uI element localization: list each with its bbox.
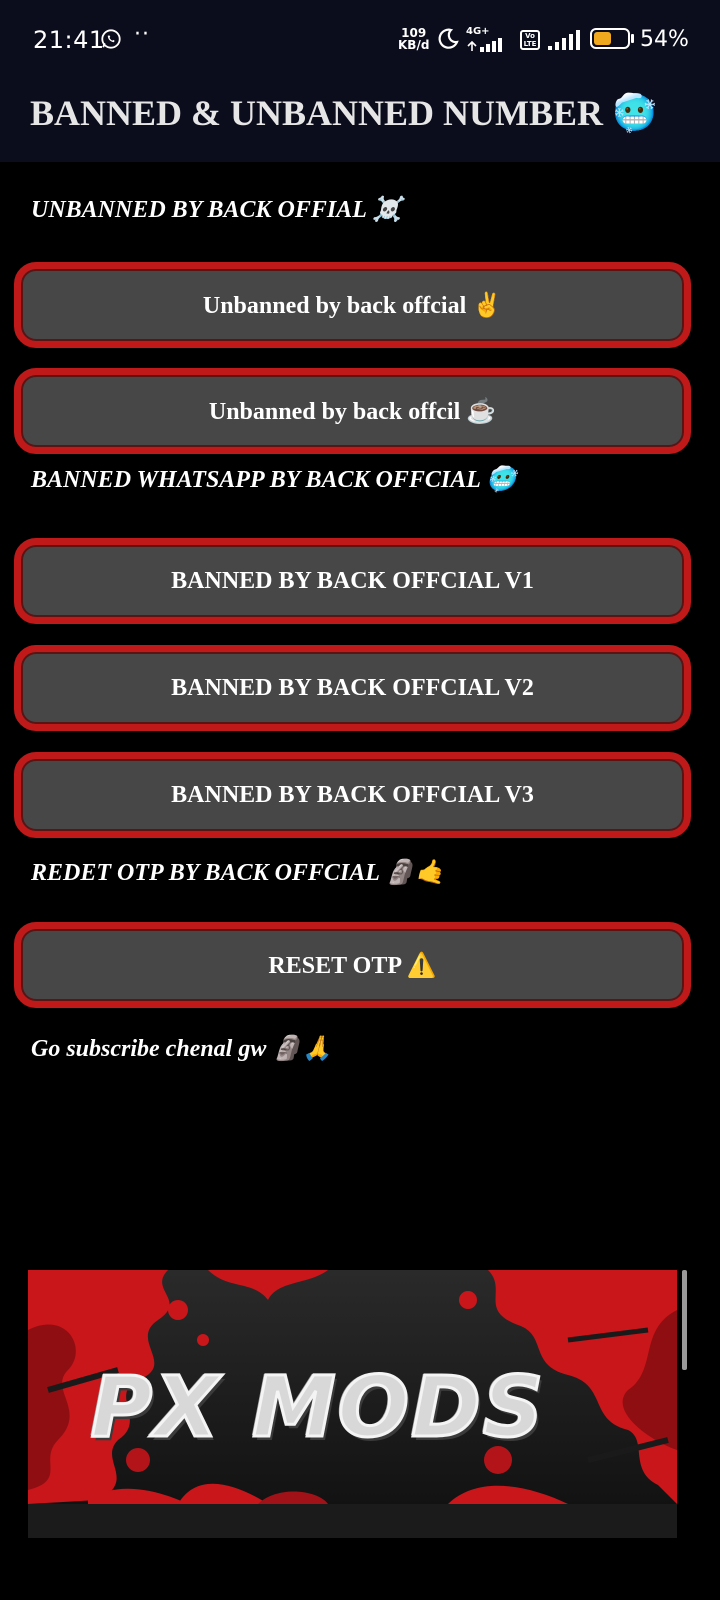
reset-otp-button[interactable]: RESET OTP ⚠️ [14, 922, 691, 1008]
app-bar: BANNED & UNBANNED NUMBER 🥶 [0, 80, 720, 162]
volte-icon: Vo LTE [520, 30, 540, 50]
subscribe-text: Go subscribe chenal gw 🗿🙏 [31, 1036, 333, 1062]
banned-v3-button[interactable]: BANNED BY BACK OFFCIAL V3 [14, 752, 691, 838]
scrollbar[interactable] [682, 1270, 687, 1370]
network-type: 4G+ [466, 26, 490, 37]
network-speed: 109 KB/d [398, 27, 429, 51]
section-label-banned: BANNED WHATSAPP BY BACK OFFCIAL 🥶 [31, 467, 516, 493]
page-title: BANNED & UNBANNED NUMBER 🥶 [30, 93, 657, 133]
section-label-otp: REDET OTP BY BACK OFFCIAL 🗿🤙 [31, 860, 445, 886]
section-label-unbanned: UNBANNED BY BACK OFFIAL ☠️ [31, 197, 402, 223]
banned-v1-button[interactable]: BANNED BY BACK OFFCIAL V1 [14, 538, 691, 624]
signal-strength-2-icon [548, 30, 580, 50]
do-not-disturb-moon-icon [438, 28, 459, 49]
battery-fill [594, 32, 611, 45]
battery-percent: 54% [640, 27, 689, 52]
status-more-dots: ·· [134, 22, 150, 47]
signal-strength-icon [467, 38, 502, 52]
banner-bottom-strip [28, 1504, 677, 1538]
banner-logo-text: PX MODS [89, 1357, 546, 1458]
status-time: 21:41 [33, 26, 105, 54]
px-mods-banner[interactable]: PX MODS [28, 1270, 677, 1538]
unbanned-button-1[interactable]: Unbanned by back offcial ✌️ [14, 262, 691, 348]
network-speed-unit: KB/d [398, 38, 430, 52]
battery-icon [590, 28, 630, 49]
status-bar: 21:41 ·· 109 KB/d 4G+ Vo LTE 54% [0, 0, 720, 80]
battery-cap [631, 34, 634, 43]
unbanned-button-2[interactable]: Unbanned by back offcil ☕ [14, 368, 691, 454]
banned-v2-button[interactable]: BANNED BY BACK OFFCIAL V2 [14, 645, 691, 731]
whatsapp-icon [101, 29, 121, 49]
